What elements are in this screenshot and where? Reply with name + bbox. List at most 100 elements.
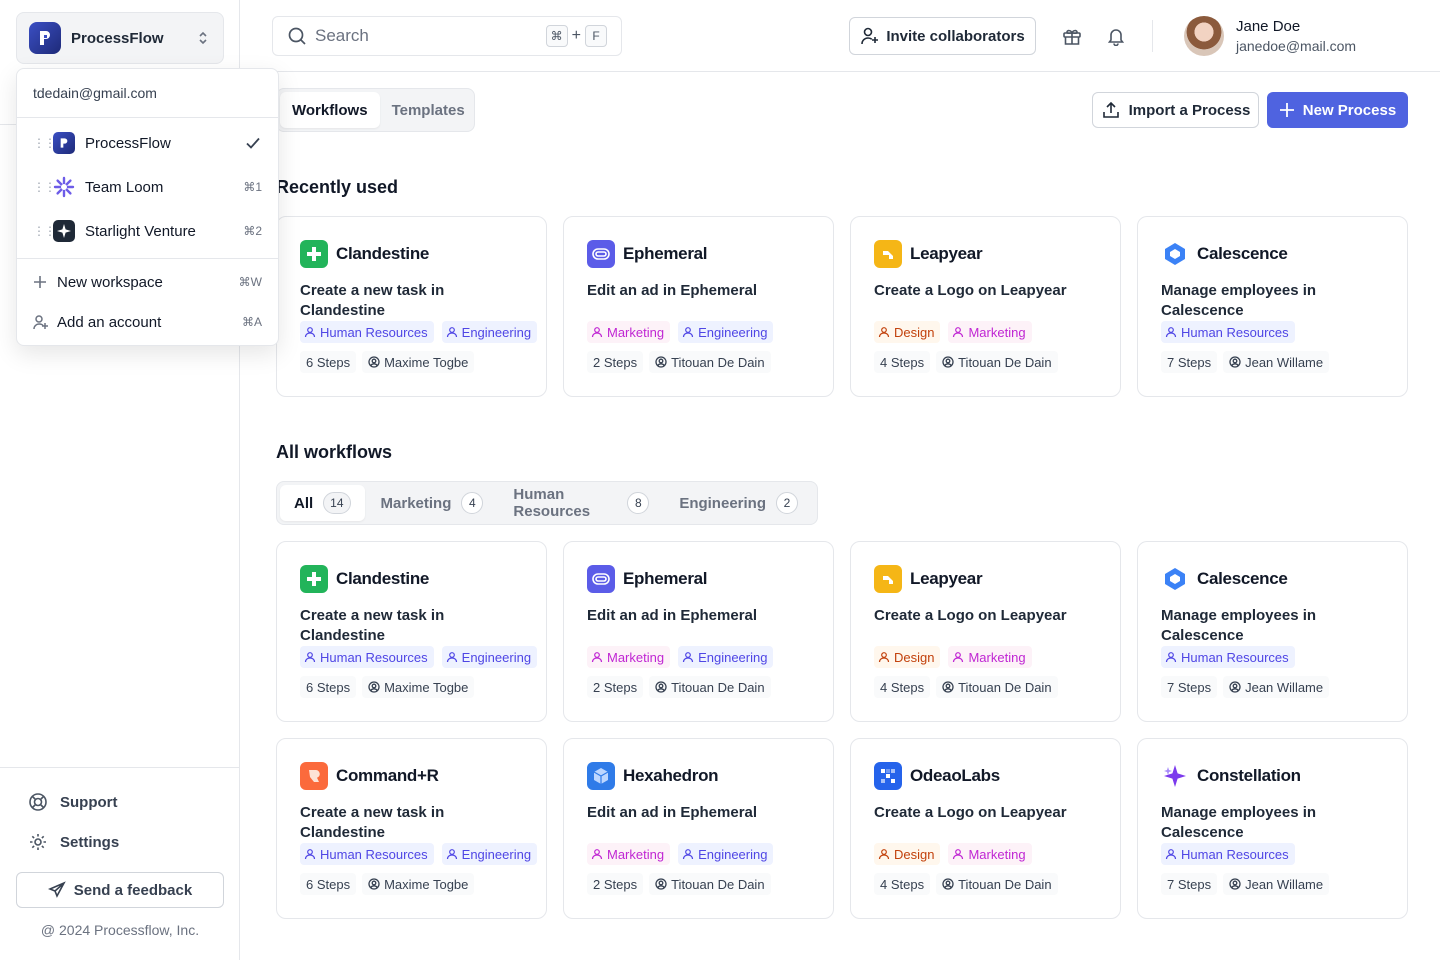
tag-label: Marketing (968, 324, 1026, 340)
card-brand: Leapyear (874, 565, 983, 593)
import-process-button[interactable]: Import a Process (1092, 92, 1259, 128)
workflow-card[interactable]: Clandestine Create a new task in Clandest… (276, 216, 547, 397)
chevron-up-down-icon (195, 30, 211, 46)
calescence-logo-icon (1161, 240, 1189, 268)
tab-templates[interactable]: Templates (380, 92, 477, 128)
users-icon (953, 652, 964, 663)
users-icon (953, 849, 964, 860)
user-email: janedoe@mail.com (1236, 38, 1357, 54)
sidebar-divider (0, 767, 240, 768)
send-feedback-button[interactable]: Send a feedback (16, 872, 224, 908)
user-avatar[interactable] (1184, 16, 1224, 56)
card-description: Edit an ad in Ephemeral (587, 804, 758, 821)
bell-icon[interactable] (1106, 26, 1126, 46)
card-brand-name: Ephemeral (623, 569, 708, 588)
workspace-item-processflow[interactable]: ⋮⋮ ProcessFlow (17, 125, 278, 161)
search-input[interactable] (315, 26, 546, 46)
workflow-card[interactable]: OdeaoLabs Create a Logo on Leapyear Design… (850, 738, 1121, 919)
filter-tab-label: Engineering (679, 494, 766, 512)
tag-badge: Engineering (441, 843, 538, 865)
workflow-card[interactable]: Constellation Manage employees in Calesce… (1137, 738, 1408, 919)
user-circle-icon (368, 356, 380, 368)
users-icon (1165, 327, 1177, 338)
workflow-card[interactable]: Calescence Manage employees in Calescence… (1137, 216, 1408, 397)
user-circle-icon (942, 878, 954, 890)
steps-count: 6 Steps (300, 873, 357, 895)
starlight-logo-icon (53, 220, 75, 242)
new-workspace-item[interactable]: New workspace ⌘W (17, 266, 278, 298)
filter-count-badge: 14 (323, 492, 351, 514)
workspace-switcher[interactable]: ProcessFlow (16, 12, 224, 64)
owner-chip: Titouan De Dain (936, 873, 1058, 895)
card-description: Create a Logo on Leapyear (874, 804, 1067, 821)
tag-badge: Engineering (441, 321, 538, 343)
owner-chip: Maxime Togbe (362, 873, 475, 895)
card-meta: 2 Steps Titouan De Dain (587, 873, 777, 895)
tab-workflows[interactable]: Workflows (280, 92, 380, 128)
card-tags: Human Resources (1161, 321, 1303, 343)
account-email: tdedain@gmail.com (33, 85, 157, 101)
new-workspace-label: New workspace (57, 273, 163, 291)
tag-label: Engineering (698, 649, 768, 665)
workflow-card[interactable]: Hexahedron Edit an ad in Ephemeral Marketi… (563, 738, 834, 919)
filter-tab-marketing[interactable]: Marketing 4 (367, 485, 498, 521)
card-description: Manage employees in Calescence (1161, 804, 1317, 841)
tag-badge: Engineering (678, 843, 774, 865)
workflow-card[interactable]: Leapyear Create a Logo on Leapyear Design M… (850, 541, 1121, 722)
upload-icon (1102, 101, 1119, 118)
kbd-cmd: ⌘ (545, 25, 568, 47)
tag-label: Marketing (607, 649, 665, 665)
card-brand-name: Clandestine (336, 569, 430, 588)
search-box[interactable]: ⌘ + F (272, 16, 622, 56)
users-icon (682, 327, 694, 338)
user-circle-icon (655, 681, 667, 693)
card-description: Create a Logo on Leapyear (874, 282, 1067, 299)
users-icon (591, 849, 603, 860)
filter-tab-engineering[interactable]: Engineering 2 (665, 485, 812, 521)
users-icon (878, 327, 890, 338)
card-meta: 7 Steps Jean Willame (1161, 873, 1335, 895)
topbar: ⌘ + F Invite collaborators Jane Doe jane… (240, 0, 1440, 72)
invite-collaborators-button[interactable]: Invite collaborators (849, 17, 1036, 55)
users-icon (304, 327, 316, 338)
filter-count-badge: 2 (776, 492, 798, 514)
filter-tab-all[interactable]: All 14 (280, 485, 365, 521)
drag-handle-icon[interactable]: ⋮⋮ (33, 225, 56, 237)
workflow-card[interactable]: Command+R Create a new task in Clandestin… (276, 738, 547, 919)
tag-badge: Human Resources (1161, 646, 1295, 668)
workflow-card[interactable]: Leapyear Create a Logo on Leapyear Design M… (850, 216, 1121, 397)
tag-label: Design (894, 649, 935, 665)
sidebar-support[interactable]: Support (28, 792, 118, 812)
card-tags: Marketing Engineering (587, 843, 781, 865)
filter-tab-human-resources[interactable]: Human Resources 8 (499, 485, 663, 521)
owner-chip: Titouan De Dain (936, 676, 1058, 698)
tag-label: Engineering (698, 846, 768, 862)
owner-chip: Titouan De Dain (649, 676, 771, 698)
workspace-item-team-loom[interactable]: ⋮⋮ Team Loom ⌘1 (17, 169, 278, 205)
card-brand-name: Calescence (1197, 244, 1288, 263)
card-brand: Hexahedron (587, 762, 719, 790)
filter-tab-label: All (294, 494, 314, 512)
workflow-card[interactable]: Clandestine Create a new task in Clandest… (276, 541, 547, 722)
sidebar-settings[interactable]: Settings (28, 832, 119, 852)
card-tags: Human Resources Engineering (300, 646, 545, 668)
workflow-card[interactable]: Ephemeral Edit an ad in Ephemeral Marketin… (563, 541, 834, 722)
card-brand: Ephemeral (587, 240, 708, 268)
card-brand-name: Leapyear (910, 244, 983, 263)
add-user-icon (33, 314, 51, 330)
workspace-item-starlight-venture[interactable]: ⋮⋮ Starlight Venture ⌘2 (17, 213, 278, 249)
calescence-logo-icon (1161, 565, 1189, 593)
new-process-button[interactable]: New Process (1267, 92, 1408, 128)
add-account-item[interactable]: Add an account ⌘A (17, 306, 278, 338)
steps-count: 6 Steps (300, 351, 357, 373)
owner-name: Titouan De Dain (671, 354, 765, 370)
tag-label: Human Resources (1181, 846, 1289, 862)
steps-count: 2 Steps (587, 351, 644, 373)
gift-icon[interactable] (1062, 26, 1082, 46)
workflow-card[interactable]: Calescence Manage employees in Calescence… (1137, 541, 1408, 722)
user-circle-icon (368, 878, 380, 890)
workflow-card[interactable]: Ephemeral Edit an ad in Ephemeral Marketin… (563, 216, 834, 397)
users-icon (591, 652, 603, 663)
drag-handle-icon[interactable]: ⋮⋮ (33, 181, 56, 193)
drag-handle-icon[interactable]: ⋮⋮ (33, 137, 56, 149)
